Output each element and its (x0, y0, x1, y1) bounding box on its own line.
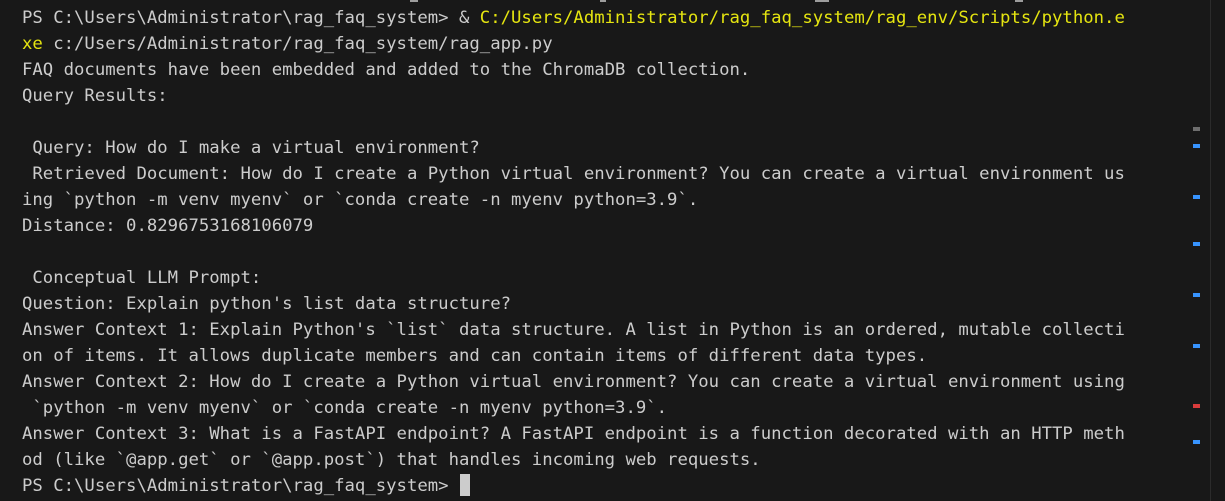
previous-output-remnant (0, 0, 1200, 4)
output-line: Answer Context 1: Explain Python's `list… (22, 320, 1125, 340)
python-exe-path-continued: xe (22, 34, 43, 54)
terminal-panel[interactable]: PS C:\Users\Administrator\rag_faq_system… (0, 0, 1225, 501)
output-line: FAQ documents have been embedded and add… (22, 57, 1192, 83)
vertical-scrollbar[interactable] (1210, 0, 1211, 501)
terminal-output[interactable]: PS C:\Users\Administrator\rag_faq_system… (22, 5, 1192, 499)
output-line: Distance: 0.8296753168106079 (22, 216, 314, 236)
output-line: Retrieved Document: How do I create a Py… (22, 164, 1125, 184)
output-line: `python -m venv myenv` or `conda create … (22, 398, 668, 418)
overview-ruler-mark (1193, 344, 1200, 348)
output-line: Answer Context 3: What is a FastAPI endp… (22, 424, 1125, 444)
overview-ruler-mark (1193, 242, 1200, 246)
command-line-wrap: xe c:/Users/Administrator/rag_faq_system… (22, 31, 1192, 57)
output-line: Question: Explain python's list data str… (22, 294, 511, 314)
overview-ruler-mark (1193, 293, 1200, 297)
input-line[interactable]: PS C:\Users\Administrator\rag_faq_system… (22, 473, 1192, 499)
overview-ruler-mark (1193, 144, 1200, 148)
script-argument: c:/Users/Administrator/rag_faq_system/ra… (42, 34, 553, 54)
overview-ruler-mark (1193, 127, 1200, 131)
overview-ruler-mark (1193, 440, 1200, 444)
output-line: on of items. It allows duplicate members… (22, 346, 928, 366)
overview-ruler-mark (1193, 404, 1200, 408)
output-line: Query Results: (22, 86, 168, 106)
output-line: od (like `@app.get` or `@app.post`) that… (22, 450, 761, 470)
command-line: PS C:\Users\Administrator\rag_faq_system… (22, 5, 1192, 31)
current-prompt: PS C:\Users\Administrator\rag_faq_system… (22, 476, 459, 496)
output-line: Answer Context 2: How do I create a Pyth… (22, 372, 1125, 392)
output-line: ing `python -m venv myenv` or `conda cre… (22, 190, 699, 210)
python-exe-path: C:/Users/Administrator/rag_faq_system/ra… (479, 8, 1125, 28)
prompt-text: PS C:\Users\Administrator\rag_faq_system… (22, 8, 480, 28)
text-cursor (459, 474, 470, 496)
output-line: Query: How do I make a virtual environme… (22, 138, 480, 158)
output-line: Conceptual LLM Prompt: (22, 268, 262, 288)
overview-ruler-mark (1193, 195, 1200, 199)
